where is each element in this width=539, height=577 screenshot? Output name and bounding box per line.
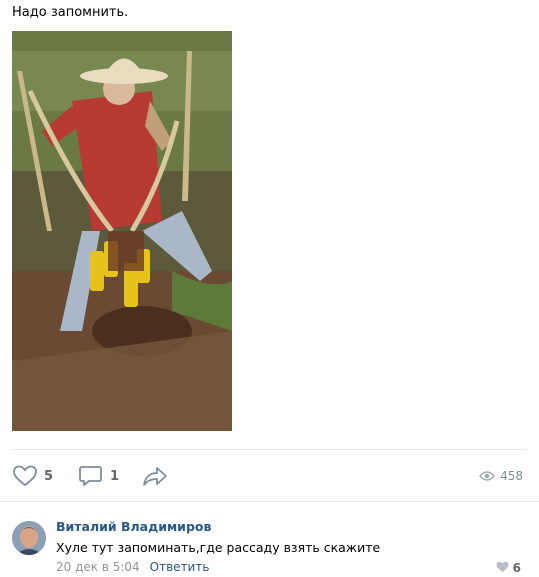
views-count: 458 [500, 469, 523, 483]
comment-text: Хуле тут запоминать,где рассаду взять ск… [56, 540, 381, 555]
comment-date[interactable]: 20 дек в 5:04 [56, 560, 140, 574]
comment-button[interactable]: 1 [78, 462, 119, 490]
comment-meta: 20 дек в 5:04 Ответить [56, 560, 209, 574]
comment-like-button[interactable]: 6 [496, 558, 521, 577]
like-button[interactable]: 5 [12, 462, 53, 490]
comment-count: 1 [110, 468, 120, 484]
avatar[interactable] [12, 521, 46, 555]
comment-author-link[interactable]: Виталий Владимиров [56, 519, 211, 534]
comment-like-count: 6 [512, 560, 521, 575]
reply-button[interactable]: Ответить [150, 560, 210, 574]
share-icon [142, 464, 168, 488]
share-button[interactable] [142, 462, 168, 490]
actions-divider [12, 449, 527, 450]
comment-icon [78, 464, 104, 488]
post-video-thumbnail[interactable] [12, 31, 232, 431]
heart-icon [12, 464, 38, 488]
heart-small-icon [496, 558, 509, 577]
eye-icon [479, 467, 496, 486]
post-text: Надо запомнить. [12, 5, 129, 20]
video-frame-image [12, 31, 232, 431]
comments-divider [0, 501, 539, 502]
views-counter: 458 [479, 462, 523, 490]
like-count: 5 [44, 468, 54, 484]
